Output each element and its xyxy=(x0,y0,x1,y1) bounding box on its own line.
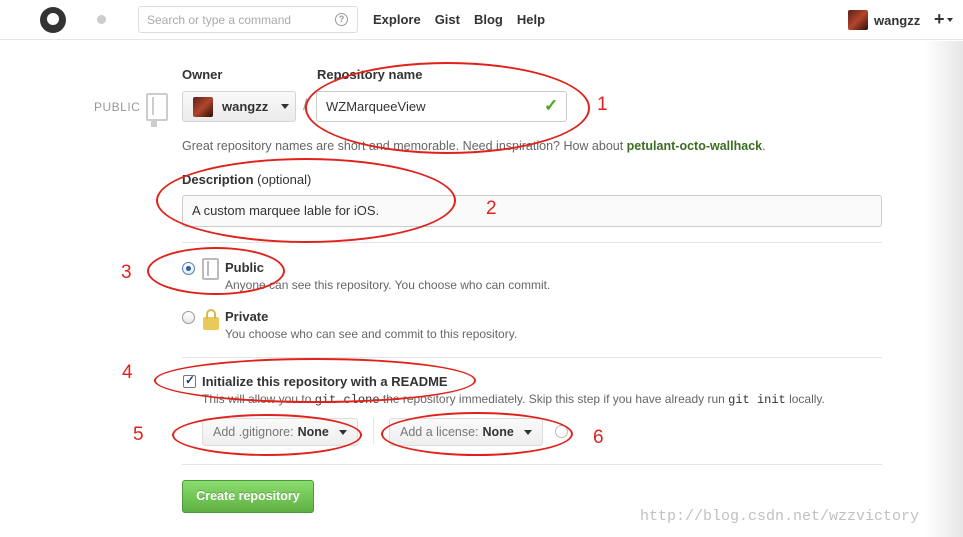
annotation-number-5: 5 xyxy=(133,424,144,445)
annotation-oval-4 xyxy=(154,358,476,403)
window-edge-shadow xyxy=(925,41,963,537)
hint-end: . xyxy=(762,139,766,153)
help-icon[interactable]: ? xyxy=(335,13,348,26)
search-input[interactable] xyxy=(139,7,324,32)
suggested-name-link[interactable]: petulant-octo-wallhack xyxy=(627,139,762,153)
annotation-number-2: 2 xyxy=(486,198,497,219)
top-header: ? Explore Gist Blog Help wangzz + xyxy=(0,0,963,40)
avatar xyxy=(848,10,868,30)
lock-icon xyxy=(203,309,219,330)
annotation-oval-6 xyxy=(381,412,573,456)
annotation-number-3: 3 xyxy=(121,262,132,283)
notification-icon[interactable] xyxy=(97,15,106,24)
private-option-title: Private xyxy=(225,309,269,324)
annotation-number-4: 4 xyxy=(122,362,133,383)
annotation-oval-2 xyxy=(156,158,456,243)
private-option-desc: You choose who can see and commit to thi… xyxy=(225,327,518,341)
nav-help[interactable]: Help xyxy=(517,12,545,27)
github-logo-icon[interactable] xyxy=(40,7,66,33)
readme-desc-3: locally. xyxy=(785,392,825,406)
nav-blog[interactable]: Blog xyxy=(474,12,503,27)
plus-icon[interactable]: + xyxy=(934,9,945,30)
repo-icon xyxy=(146,93,168,127)
main-nav: Explore Gist Blog Help xyxy=(373,12,545,27)
public-badge: PUBLIC xyxy=(94,100,141,114)
create-repository-button[interactable]: Create repository xyxy=(182,480,314,513)
annotation-number-1: 1 xyxy=(597,94,608,115)
chevron-down-icon xyxy=(281,104,290,109)
nav-explore[interactable]: Explore xyxy=(373,12,421,27)
private-radio[interactable] xyxy=(182,311,195,324)
owner-select[interactable]: wangzz xyxy=(182,91,296,122)
git-init-code: git init xyxy=(728,393,786,407)
divider xyxy=(182,464,882,465)
select-separator xyxy=(373,418,374,444)
annotation-number-6: 6 xyxy=(593,427,604,448)
command-search: ? xyxy=(138,6,358,33)
owner-value: wangzz xyxy=(222,99,269,114)
chevron-down-icon[interactable] xyxy=(947,18,953,22)
owner-label: Owner xyxy=(182,67,223,82)
annotation-oval-3 xyxy=(147,247,285,295)
annotation-oval-5 xyxy=(172,414,362,456)
username: wangzz xyxy=(874,12,921,28)
watermark: http://blog.csdn.net/wzzvictory xyxy=(640,508,920,525)
annotation-oval-1 xyxy=(305,62,590,154)
nav-gist[interactable]: Gist xyxy=(435,12,460,27)
owner-avatar xyxy=(193,96,213,117)
user-menu[interactable]: wangzz xyxy=(848,10,920,30)
